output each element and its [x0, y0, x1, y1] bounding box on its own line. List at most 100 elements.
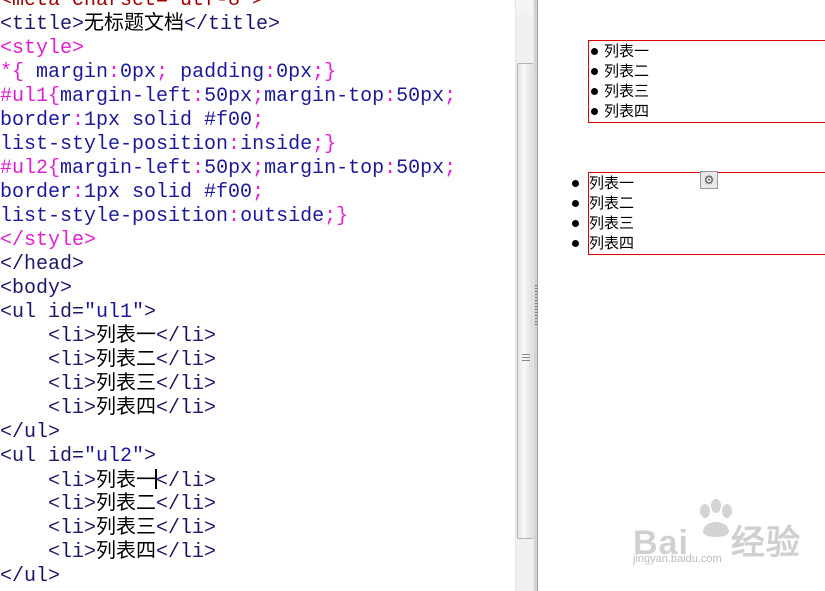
code-token: 列表三 [96, 373, 157, 396]
bullet-icon [572, 200, 579, 207]
list-item: 列表一 [589, 41, 825, 61]
code-token: 列表四 [96, 397, 157, 420]
bullet-icon [572, 180, 579, 187]
code-token: : [108, 61, 121, 84]
code-token: <li> [0, 493, 97, 516]
code-token: <ul id= [0, 301, 85, 324]
code-line[interactable]: </ul> [0, 565, 456, 589]
code-token: 无标题文档 [84, 13, 185, 36]
code-token: </title> [184, 13, 281, 36]
code-token: ;} [312, 133, 337, 156]
gear-icon[interactable]: ⚙ [700, 171, 718, 189]
code-token: list-style-position [0, 205, 229, 228]
code-token: <ul id= [0, 445, 85, 468]
code-line[interactable]: border:1px solid #f00; [0, 181, 456, 205]
bullet-icon [591, 108, 598, 115]
code-token: 列表二 [96, 493, 157, 516]
code-line[interactable]: <li>列表三</li> [0, 517, 456, 541]
scrollbar-thumb[interactable] [517, 63, 534, 539]
code-token: ; [252, 157, 265, 180]
list-item: 列表四 [589, 101, 825, 121]
code-token: <li> [0, 397, 97, 420]
code-token: : [192, 85, 205, 108]
live-preview-pane: 列表一 列表二 列表三 列表四 列表一 列表二 列表三 列表四 ⚙ [538, 0, 825, 591]
code-text[interactable]: <meta charset="utf-8"> <title>无标题文档</titl… [0, 0, 456, 589]
code-token: > [144, 301, 157, 324]
code-token: <li> [0, 325, 97, 348]
code-line[interactable]: <ul id="ul2"> [0, 445, 456, 469]
code-token: : [384, 85, 397, 108]
code-token: </li> [156, 397, 217, 420]
code-line[interactable]: <style> [0, 37, 456, 61]
code-token: border [0, 181, 73, 204]
code-line[interactable]: </style> [0, 229, 456, 253]
code-token: <li> [0, 373, 97, 396]
code-token: <li> [0, 470, 97, 493]
code-token: "ul1" [84, 301, 145, 324]
code-token: ;} [312, 61, 337, 84]
code-token: <body> [0, 277, 73, 300]
code-token: : [228, 205, 241, 228]
code-token: #ul1{ [0, 85, 61, 108]
code-line[interactable]: <li>列表二</li> [0, 493, 456, 517]
code-line[interactable]: </head> [0, 253, 456, 277]
code-token: "ul2" [84, 445, 145, 468]
code-line[interactable]: <li>列表四</li> [0, 541, 456, 565]
code-line[interactable]: list-style-position:outside;} [0, 205, 456, 229]
code-token: <meta charset="utf-8"> [0, 0, 265, 12]
code-token: border [0, 109, 73, 132]
code-token: : [192, 157, 205, 180]
code-token: ; [444, 157, 457, 180]
code-line[interactable]: <li>列表三</li> [0, 373, 456, 397]
code-token: </li> [156, 493, 217, 516]
bullet-icon [591, 48, 598, 55]
code-line[interactable]: list-style-position:inside;} [0, 133, 456, 157]
code-line[interactable]: <li>列表一</li> [0, 325, 456, 349]
code-line[interactable]: *{ margin:0px; padding:0px;} [0, 61, 456, 85]
list-item: 列表二 [572, 193, 825, 213]
code-token: margin-top [264, 157, 385, 180]
code-token: : [72, 181, 85, 204]
code-token: </li> [156, 373, 217, 396]
code-line[interactable]: <meta charset="utf-8"> [0, 0, 456, 13]
list-item: 列表三 [572, 213, 825, 233]
code-token: <title> [0, 13, 85, 36]
code-token: </ul> [0, 421, 61, 444]
code-token: 50px [396, 157, 445, 180]
code-token: 一 [136, 470, 157, 493]
code-token: #ul2{ [0, 157, 61, 180]
scroll-up-arrow[interactable] [516, 0, 534, 14]
code-token: ; [444, 85, 457, 108]
code-token: </li> [156, 541, 217, 564]
bullet-icon [572, 220, 579, 227]
code-line[interactable]: <li>列表一</li> [0, 469, 456, 493]
code-token: outside [240, 205, 325, 228]
code-token: : [264, 61, 277, 84]
code-token: </li> [156, 517, 217, 540]
code-line[interactable]: <body> [0, 277, 456, 301]
code-token: <li> [0, 541, 97, 564]
code-token: ; [252, 181, 265, 204]
splitter-grip-icon [535, 285, 537, 325]
code-token: 0px [120, 61, 157, 84]
code-token: ; [252, 85, 265, 108]
code-line[interactable]: <title>无标题文档</title> [0, 13, 456, 37]
code-token: <li> [0, 517, 97, 540]
code-token: </li> [156, 470, 217, 493]
code-line[interactable]: #ul2{margin-left:50px;margin-top:50px; [0, 157, 456, 181]
code-editor[interactable]: <meta charset="utf-8"> <title>无标题文档</titl… [0, 0, 515, 591]
code-token: margin [36, 61, 109, 84]
code-line[interactable]: <li>列表二</li> [0, 349, 456, 373]
code-line[interactable]: <li>列表四</li> [0, 397, 456, 421]
code-token: </style> [0, 229, 97, 252]
code-token: 列表三 [96, 517, 157, 540]
code-line[interactable]: border:1px solid #f00; [0, 109, 456, 133]
code-token: 50px [204, 157, 253, 180]
code-token: margin-left [60, 85, 193, 108]
editor-vertical-scrollbar[interactable] [515, 0, 534, 591]
code-token: 1px solid #f00 [84, 109, 253, 132]
code-line[interactable]: <ul id="ul1"> [0, 301, 456, 325]
code-line[interactable]: #ul1{margin-left:50px;margin-top:50px; [0, 85, 456, 109]
code-token: </li> [156, 325, 217, 348]
code-line[interactable]: </ul> [0, 421, 456, 445]
